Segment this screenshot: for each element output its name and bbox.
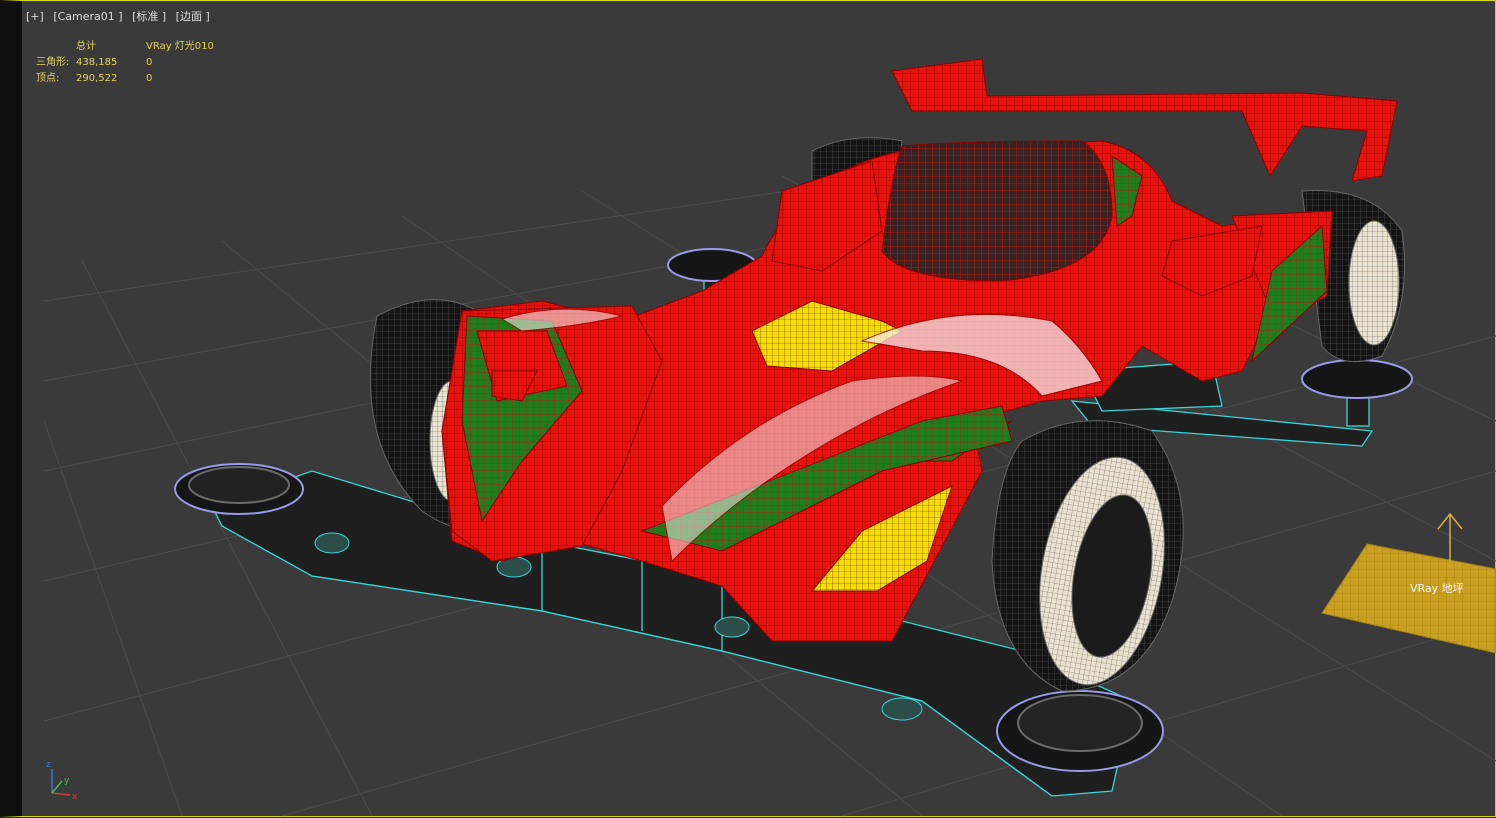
stats-label: 三角形:	[36, 57, 70, 68]
viewport-menu-edged-faces[interactable]: [边面 ]	[176, 10, 210, 23]
stats-header-row: 总计 VRay 灯光010	[36, 39, 256, 55]
statistics-overlay: 总计 VRay 灯光010 三角形: 438,185 0 顶点: 290,522…	[36, 39, 256, 87]
stats-row-triangles: 三角形: 438,185 0	[36, 55, 256, 71]
stats-label: 顶点:	[36, 73, 60, 84]
stats-header-selected: VRay 灯光010	[146, 41, 214, 52]
stats-total-value: 438,185	[76, 57, 118, 68]
stats-header-total: 总计	[76, 41, 96, 52]
vray-ground-plane	[1321, 512, 1496, 654]
viewport-menu-plus[interactable]: [+]	[26, 10, 44, 23]
world-axis-gizmo-icon: z y x	[46, 760, 78, 802]
vray-light-arrow-icon	[1437, 512, 1463, 561]
viewport-label-menu: [+] [Camera01 ] [标准 ] [边面 ]	[26, 8, 216, 24]
scene-render: z y x	[43, 58, 1496, 817]
vray-ground-label: VRay 地坪	[1410, 582, 1464, 595]
stats-row-vertices: 顶点: 290,522 0	[36, 71, 256, 87]
stats-total-value: 290,522	[76, 73, 118, 84]
stats-selected-value: 0	[146, 73, 153, 84]
axis-label-y: y	[64, 776, 70, 786]
camera-viewport[interactable]: z y x [+] [Camera01 ] [标准 ] [边面 ] 总计 VRa…	[0, 0, 1496, 817]
viewport-menu-camera[interactable]: [Camera01 ]	[53, 10, 122, 23]
axis-label-x: x	[72, 792, 78, 802]
axis-label-z: z	[46, 760, 51, 770]
viewport-menu-shading[interactable]: [标准 ]	[132, 10, 166, 23]
stats-selected-value: 0	[146, 57, 153, 68]
